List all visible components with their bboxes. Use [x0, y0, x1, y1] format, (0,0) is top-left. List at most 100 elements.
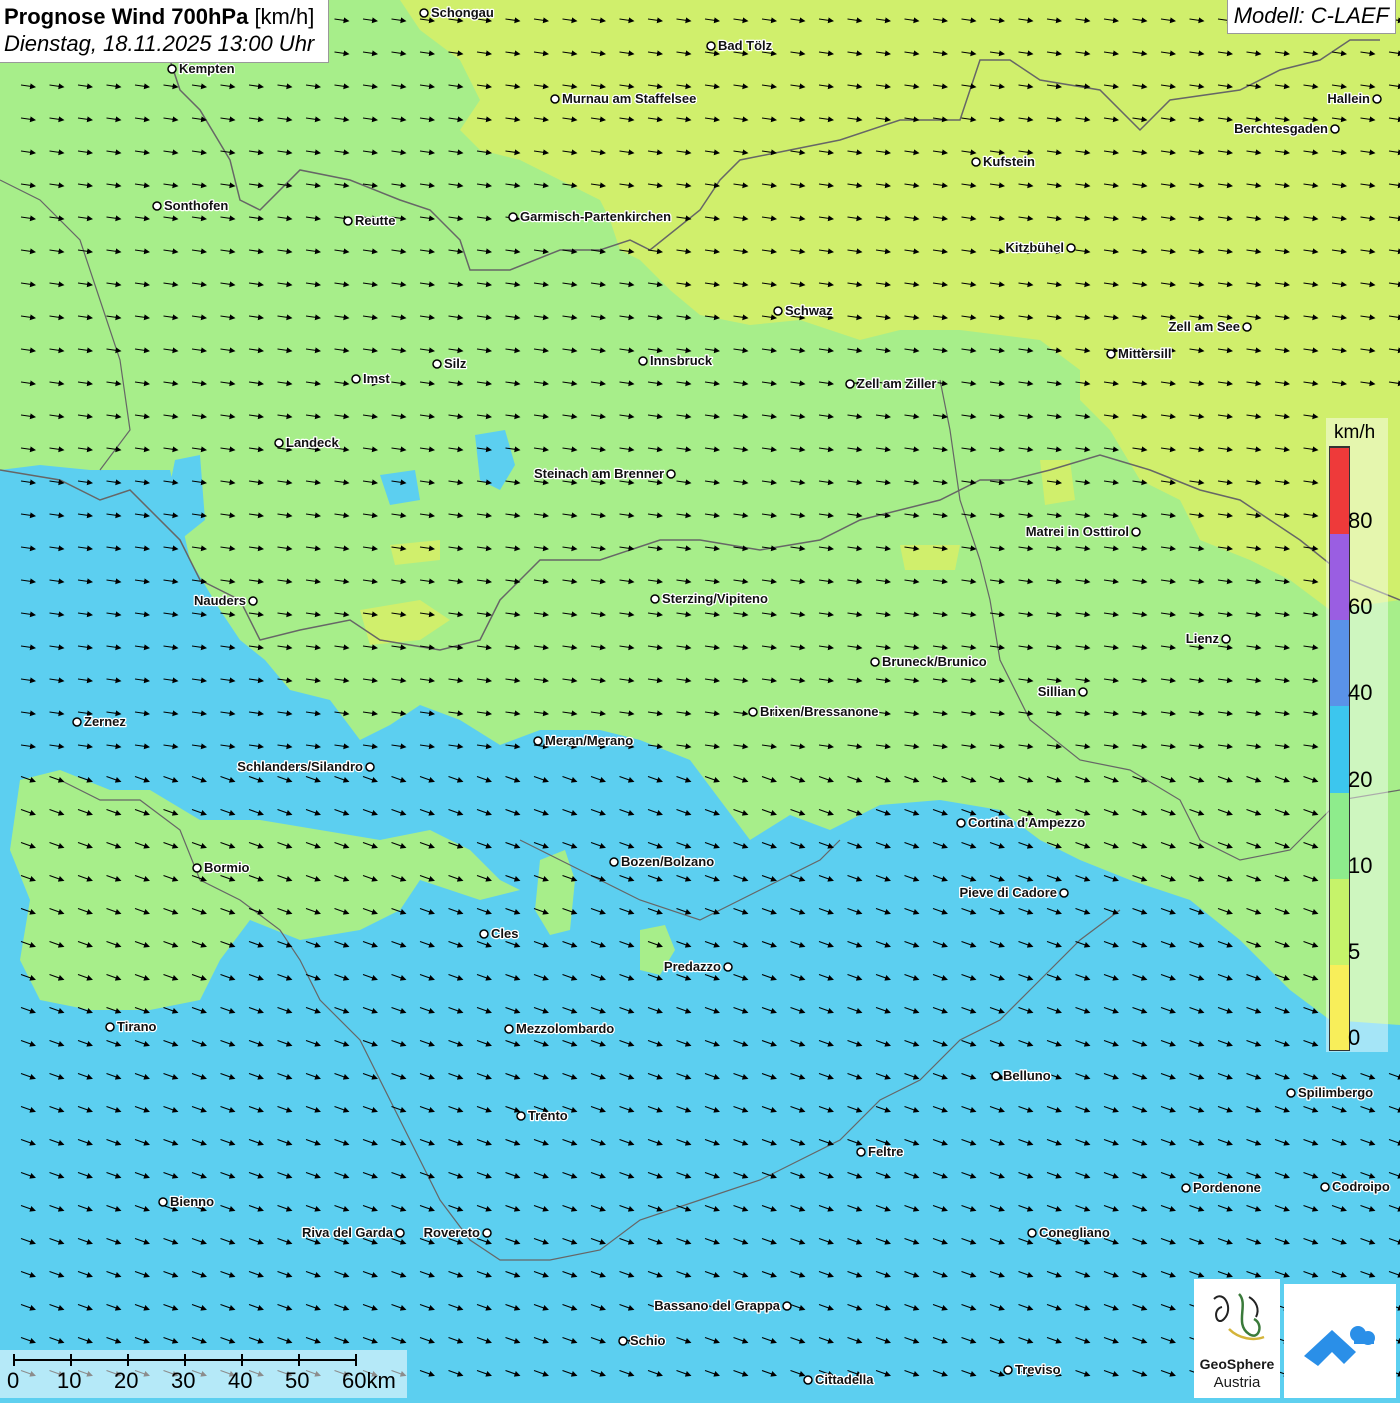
city-marker[interactable]: Pieve di Cadore: [958, 884, 1069, 901]
city-label: Bassano del Grappa: [654, 1298, 780, 1313]
city-dot: [991, 1071, 1001, 1081]
city-marker[interactable]: Zell am Ziller: [845, 375, 938, 392]
city-label: Bozen/Bolzano: [621, 854, 714, 869]
city-label: Nauders: [194, 593, 246, 608]
color-legend: km/h 0 5 10 20 40 60 80: [1326, 418, 1388, 1052]
city-dot: [479, 929, 489, 939]
city-dot: [1059, 888, 1069, 898]
city-label: Schio: [630, 1333, 665, 1348]
city-marker[interactable]: Bozen/Bolzano: [609, 853, 715, 870]
legend-unit: km/h: [1334, 422, 1376, 443]
city-label: Bruneck/Brunico: [882, 654, 987, 669]
scale-label: 60km: [342, 1368, 396, 1393]
city-label: Kempten: [179, 61, 235, 76]
city-dot: [845, 379, 855, 389]
scale-label: 50: [285, 1368, 310, 1393]
city-dot: [638, 356, 648, 366]
city-dot: [666, 469, 676, 479]
city-dot: [650, 594, 660, 604]
city-label: Bormio: [204, 860, 250, 875]
weather-app-logo[interactable]: [1284, 1284, 1396, 1398]
geosphere-icon: [1213, 1293, 1265, 1341]
city-dot: [248, 596, 258, 606]
city-label: Lienz: [1186, 631, 1220, 646]
legend-swatch: [1330, 877, 1349, 965]
city-marker[interactable]: Bassano del Grappa: [653, 1297, 792, 1314]
city-dot: [508, 212, 518, 222]
city-label: Trento: [528, 1108, 568, 1123]
city-marker[interactable]: Cortina d'Ampezzo: [956, 814, 1087, 831]
wind-map: Schongau Bad Tölz Kempten Murnau am Staffel…: [0, 0, 1400, 1400]
city-dot: [1181, 1183, 1191, 1193]
city-label: Schlanders/Silandro: [237, 759, 363, 774]
legend-tick-label: 40: [1348, 680, 1373, 706]
city-marker[interactable]: Innsbruck: [638, 352, 714, 369]
legend-tick-label: 5: [1348, 938, 1361, 964]
city-dot: [432, 359, 442, 369]
city-label: Matrei in Osttirol: [1026, 524, 1129, 539]
city-marker[interactable]: Steinach am Brenner: [533, 465, 676, 482]
city-marker[interactable]: Riva del Garda: [301, 1224, 405, 1241]
city-label: Silz: [444, 356, 467, 371]
city-dot: [167, 64, 177, 74]
city-label: Zell am Ziller: [857, 376, 936, 391]
city-marker[interactable]: Sterzing/Vipiteno: [650, 590, 769, 607]
city-label: Predazzo: [664, 959, 721, 974]
map-title: Prognose Wind 700hPa [km/h]: [4, 3, 314, 30]
city-marker[interactable]: Garmisch-Partenkirchen: [508, 208, 672, 225]
city-label: Sillian: [1038, 684, 1076, 699]
city-label: Hallein: [1327, 91, 1370, 106]
city-marker[interactable]: Spilimbergo: [1286, 1084, 1374, 1101]
city-marker[interactable]: Bruneck/Brunico: [870, 653, 988, 670]
city-dot: [395, 1228, 405, 1238]
city-marker[interactable]: Pordenone: [1181, 1179, 1262, 1196]
legend-tick-label: 80: [1348, 508, 1373, 534]
city-dot: [782, 1301, 792, 1311]
city-label: Codroipo: [1332, 1179, 1390, 1194]
city-dot: [1066, 243, 1076, 253]
city-label: Sterzing/Vipiteno: [662, 591, 768, 606]
city-marker[interactable]: Sonthofen: [152, 197, 230, 214]
geosphere-logo[interactable]: GeoSphere Austria: [1194, 1279, 1280, 1398]
city-marker[interactable]: Matrei in Osttirol: [1024, 523, 1141, 540]
city-label: Kitzbühel: [1006, 240, 1065, 255]
city-dot: [158, 1197, 168, 1207]
city-label: Sonthofen: [164, 198, 228, 213]
city-marker[interactable]: Schlanders/Silandro: [236, 758, 375, 775]
city-marker[interactable]: Schongau: [419, 4, 495, 21]
city-marker[interactable]: Mezzolombardo: [504, 1020, 616, 1037]
city-dot: [1221, 634, 1231, 644]
legend-bar: [1329, 446, 1350, 1051]
city-dot: [274, 438, 284, 448]
city-label: Conegliano: [1039, 1225, 1110, 1240]
legend-tick-label: 10: [1348, 852, 1373, 878]
city-dot: [1286, 1088, 1296, 1098]
city-label: Meran/Merano: [545, 733, 633, 748]
city-dot: [550, 94, 560, 104]
city-dot: [105, 1022, 115, 1032]
city-label: Cles: [491, 926, 518, 941]
city-label: Reutte: [355, 213, 395, 228]
city-dot: [956, 818, 966, 828]
city-dot: [516, 1111, 526, 1121]
city-marker[interactable]: Murnau am Staffelsee: [550, 90, 698, 107]
city-marker[interactable]: Brixen/Bressanone: [748, 703, 880, 720]
city-marker[interactable]: Berchtesgaden: [1233, 120, 1340, 137]
forecast-date: Dienstag, 18.11.2025 13:00 Uhr: [4, 31, 315, 56]
city-marker[interactable]: Zell am See: [1167, 318, 1252, 335]
title-box: Prognose Wind 700hPa [km/h] Dienstag, 18…: [0, 0, 330, 63]
legend-tick-label: 0: [1348, 1025, 1361, 1050]
scale-label: 30: [171, 1368, 196, 1393]
city-marker[interactable]: Cittadella: [803, 1371, 876, 1388]
city-marker[interactable]: Meran/Merano: [533, 732, 634, 749]
city-dot: [72, 717, 82, 727]
city-marker[interactable]: Conegliano: [1027, 1224, 1111, 1241]
model-label: Modell: C-LAEF: [1226, 0, 1396, 34]
city-dot: [419, 8, 429, 18]
city-marker[interactable]: Codroipo: [1320, 1178, 1391, 1195]
legend-swatch: [1330, 791, 1349, 879]
city-label: Schongau: [431, 5, 494, 20]
city-label: Murnau am Staffelsee: [562, 91, 696, 106]
city-dot: [706, 41, 716, 51]
city-dot: [1003, 1365, 1013, 1375]
